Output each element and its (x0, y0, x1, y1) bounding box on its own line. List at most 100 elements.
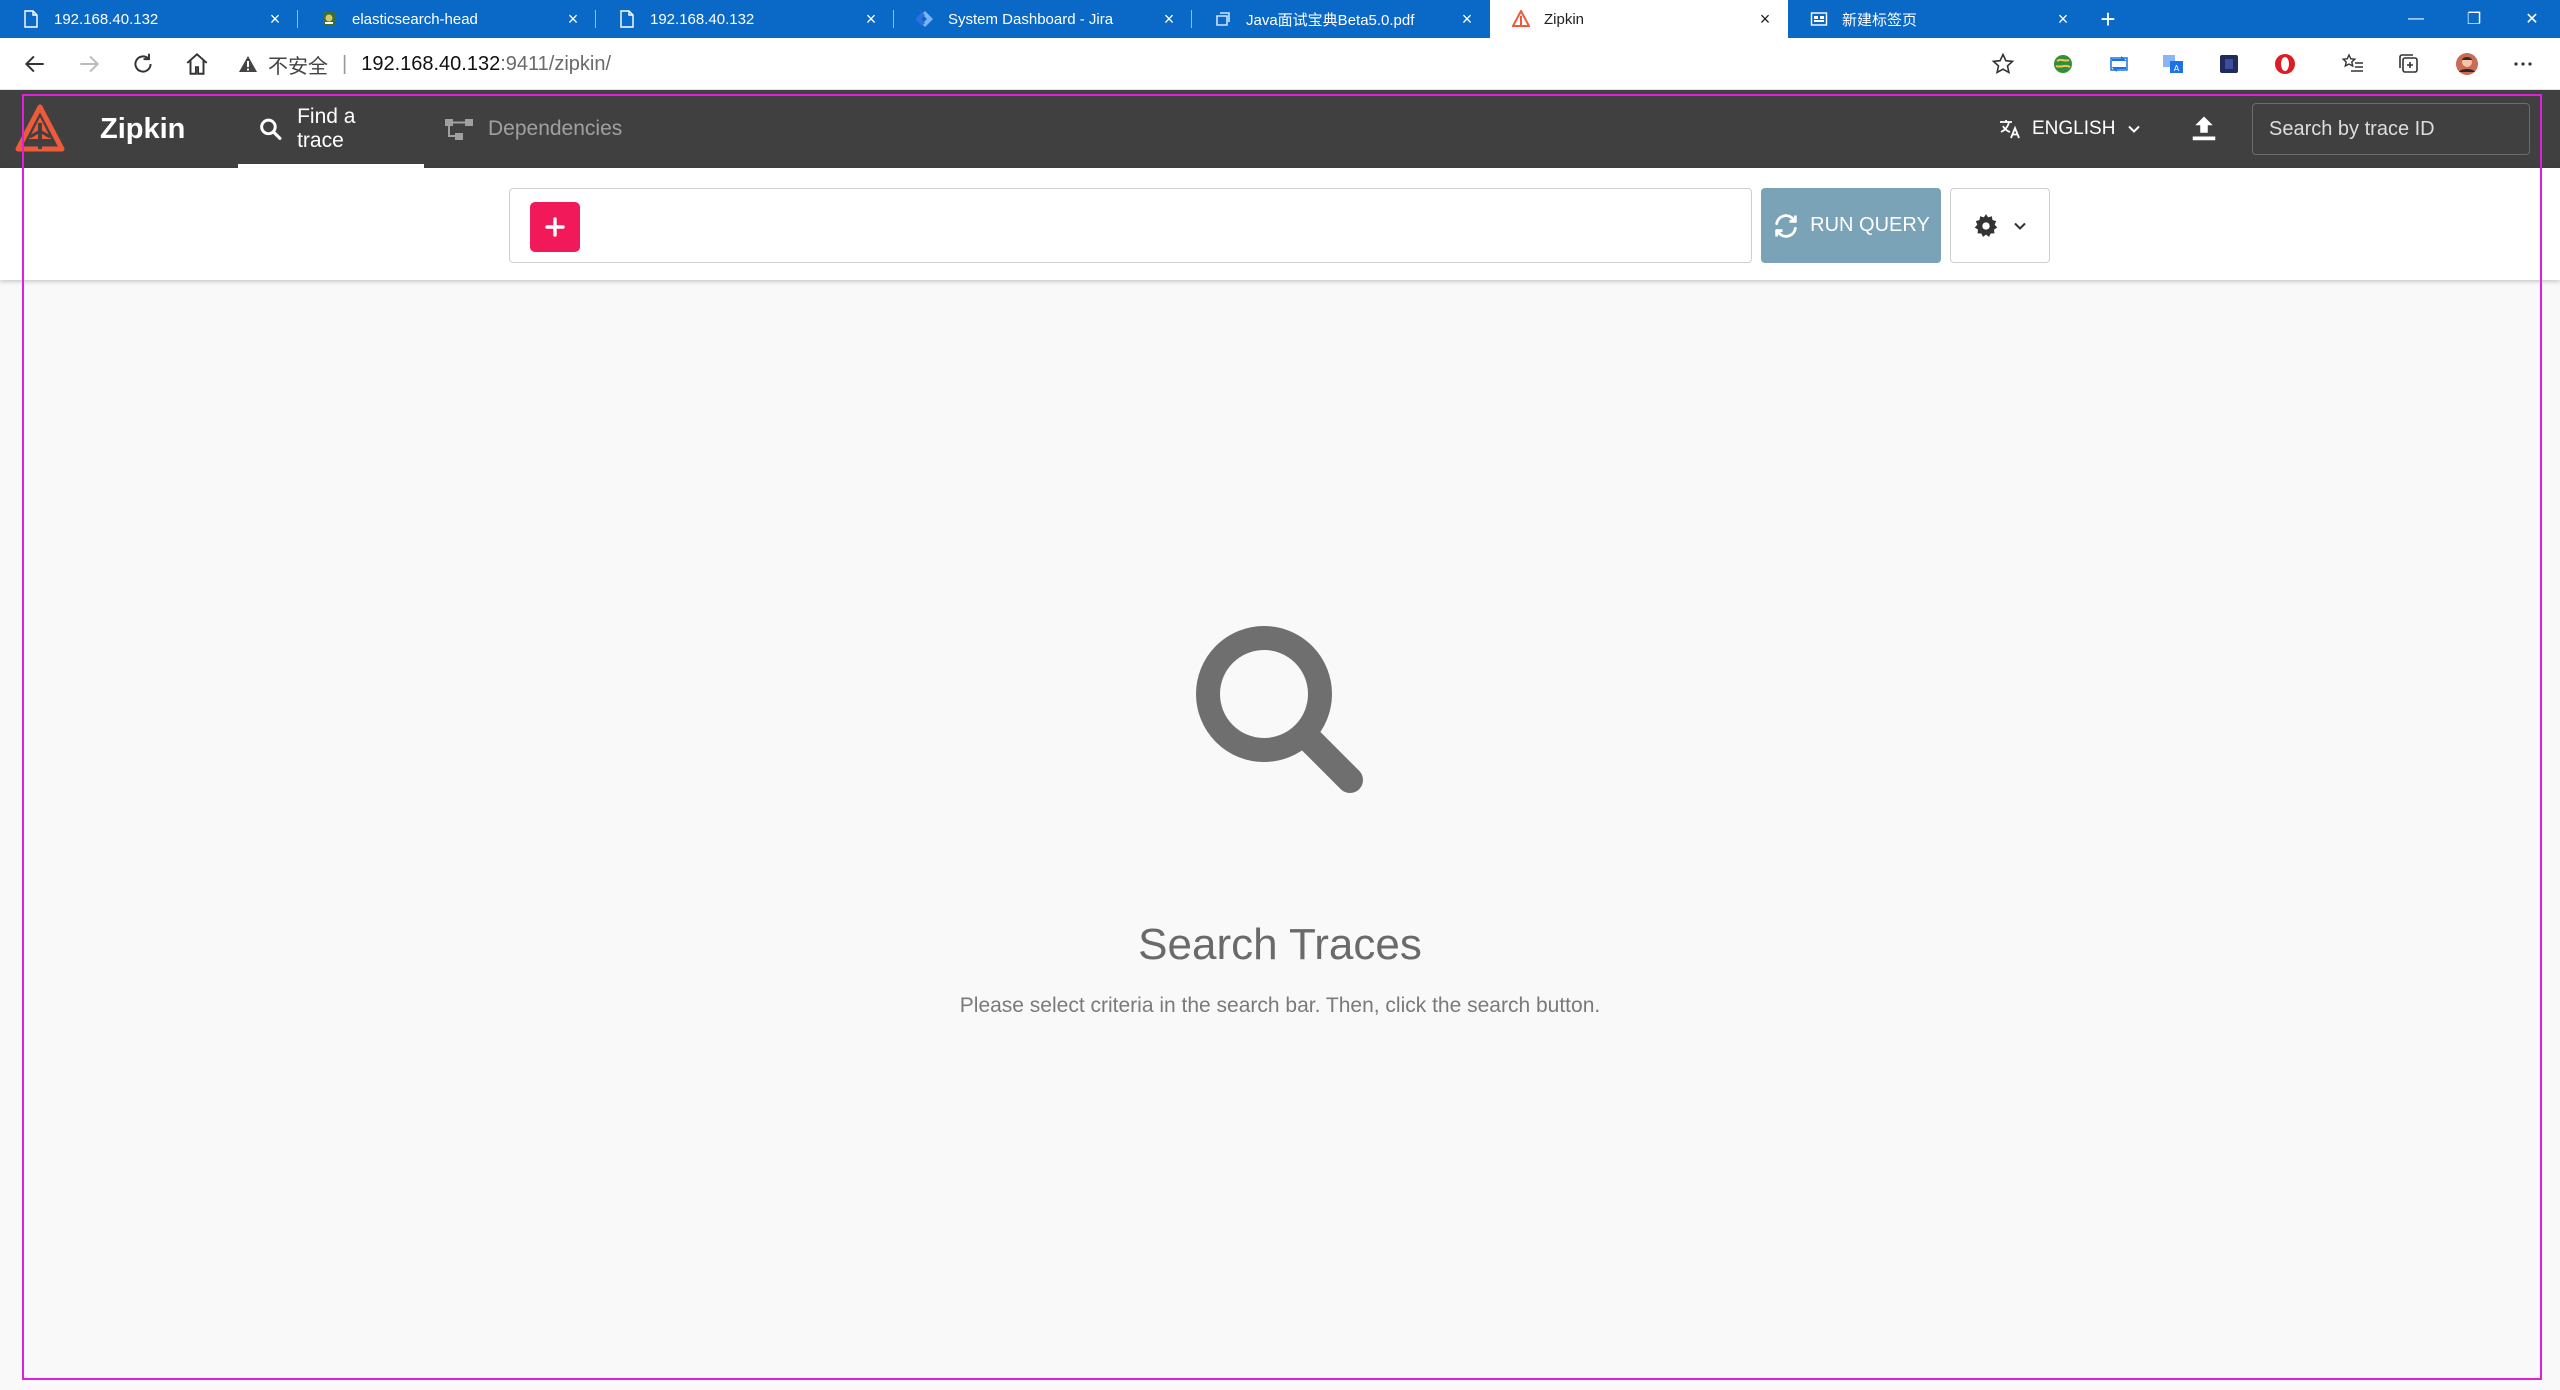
dependencies-icon (445, 119, 473, 140)
tab-title: 192.168.40.132 (650, 10, 755, 28)
translate-icon (2000, 120, 2020, 139)
tab-title: Java面试宝典Beta5.0.pdf (1246, 11, 1415, 29)
brand-name: Zipkin (100, 112, 186, 145)
back-button[interactable] (8, 38, 62, 90)
criteria-input-box[interactable] (509, 188, 1752, 263)
empty-state-subtitle: Please select criteria in the search bar… (959, 994, 1601, 1017)
favorites-list-icon (2341, 53, 2363, 72)
tab-close-icon[interactable]: × (2052, 8, 2074, 30)
browser-tab-strip: 192.168.40.132 × elasticsearch-head × 19… (0, 0, 2560, 38)
home-icon (186, 52, 208, 75)
browser-tab[interactable]: 新建标签页 × (1788, 0, 2086, 38)
search-traces-magnifier-icon (1196, 626, 1363, 793)
add-criteria-button[interactable] (530, 202, 580, 252)
tab-find-a-trace-label: Find a trace (297, 105, 356, 152)
tab-dependencies-label: Dependencies (488, 117, 623, 140)
settings-more-button[interactable] (2496, 38, 2550, 90)
brand[interactable]: Zipkin (14, 102, 185, 156)
tab-close-icon[interactable]: × (860, 8, 882, 30)
minimize-button[interactable]: — (2388, 0, 2444, 38)
address-separator: | (342, 52, 348, 75)
arrow-right-icon (80, 55, 100, 72)
url-host: 192.168.40.132 (361, 52, 501, 75)
extension-globe-button[interactable] (2036, 38, 2090, 90)
address-bar[interactable]: 不安全 | 192.168.40.132:9411/zipkin/ (238, 38, 611, 90)
reload-button[interactable] (116, 38, 170, 90)
document-icon (22, 10, 40, 28)
extension-translate-button[interactable]: A (2146, 38, 2200, 90)
elasticsearch-icon (320, 10, 338, 28)
document-icon (618, 10, 636, 28)
profile-avatar[interactable] (2440, 38, 2494, 90)
upload-icon (2192, 116, 2216, 141)
browser-tab[interactable]: elasticsearch-head × (298, 0, 596, 38)
browser-tab[interactable]: System Dashboard - Jira × (894, 0, 1192, 38)
tab-close-icon[interactable]: × (1754, 8, 1776, 30)
plus-icon (545, 217, 565, 237)
run-query-label: RUN QUERY (1810, 214, 1930, 236)
tab-close-icon[interactable]: × (1456, 8, 1478, 30)
tab-dependencies[interactable]: Dependencies (444, 90, 622, 168)
run-query-button[interactable]: RUN QUERY (1761, 188, 1941, 263)
star-icon (1991, 52, 2015, 75)
tab-close-icon[interactable]: × (264, 8, 286, 30)
search-criteria-bar: RUN QUERY (0, 168, 2560, 280)
collections-icon (2399, 54, 2418, 73)
tab-title: System Dashboard - Jira (948, 10, 1114, 28)
favorites-list-button[interactable] (2326, 38, 2380, 90)
browser-toolbar: 不安全 | 192.168.40.132:9411/zipkin/ A (0, 38, 2560, 90)
app-header: Zipkin Find a trace Dependencies ENGLISH (0, 90, 2560, 168)
favorite-star-button[interactable] (1976, 38, 2030, 90)
forward-button[interactable] (62, 38, 116, 90)
more-horizontal-icon (2514, 62, 2532, 66)
zipkin-logo-icon (15, 104, 65, 152)
tab-title: elasticsearch-head (352, 10, 478, 28)
browser-tab[interactable]: 192.168.40.132 × (0, 0, 298, 38)
browser-tab[interactable]: 192.168.40.132 × (596, 0, 894, 38)
tab-close-icon[interactable]: × (562, 8, 584, 30)
new-tab-button[interactable]: + (2086, 0, 2130, 38)
dark-extension-icon (2220, 55, 2238, 73)
extension-dark-button[interactable] (2202, 38, 2256, 90)
jira-icon (916, 10, 934, 28)
translate-extension-icon: A (2163, 55, 2183, 73)
query-settings-button[interactable] (1950, 188, 2050, 263)
tab-title: 新建标签页 (1842, 11, 1918, 29)
gear-icon (1974, 213, 1998, 237)
pdf-icon (1214, 10, 1232, 28)
tab-title: 192.168.40.132 (54, 10, 159, 28)
extension-sync-button[interactable] (2092, 38, 2146, 90)
restore-button[interactable]: ❐ (2446, 0, 2502, 38)
refresh-icon (1775, 213, 1797, 238)
collections-button[interactable] (2382, 38, 2436, 90)
close-window-button[interactable]: ✕ (2504, 0, 2560, 38)
search-icon (260, 118, 282, 140)
reload-icon (134, 53, 152, 72)
security-label[interactable]: 不安全 (268, 50, 328, 79)
svg-text:A: A (2174, 64, 2180, 73)
trace-id-search-input[interactable] (2252, 103, 2530, 155)
language-label: ENGLISH (2032, 118, 2116, 139)
home-button[interactable] (170, 38, 224, 90)
chevron-down-icon (2128, 125, 2141, 133)
avatar-icon (2456, 53, 2478, 75)
language-selector[interactable]: ENGLISH (1998, 90, 2141, 168)
chevron-down-icon (2014, 222, 2026, 230)
warning-icon (238, 55, 258, 73)
zipkin-icon (1512, 10, 1530, 28)
tab-find-a-trace[interactable]: Find a trace (238, 90, 424, 168)
newtab-page-icon (1810, 10, 1828, 28)
browser-tab-active[interactable]: Zipkin × (1490, 0, 1788, 38)
arrow-left-icon (24, 55, 44, 72)
url-path: :9411/zipkin/ (500, 52, 612, 75)
tab-title: Zipkin (1544, 10, 1585, 28)
globe-extension-icon (2054, 55, 2072, 73)
zipkin-app: Zipkin Find a trace Dependencies ENGLISH (0, 90, 2560, 1390)
upload-json-button[interactable] (2186, 110, 2222, 148)
empty-state-title: Search Traces (1138, 920, 1422, 969)
tab-close-icon[interactable]: × (1158, 8, 1180, 30)
sync-extension-icon (2110, 56, 2128, 72)
extension-opera-button[interactable] (2258, 38, 2312, 90)
browser-tab[interactable]: Java面试宝典Beta5.0.pdf × (1192, 0, 1490, 38)
opera-icon (2275, 54, 2295, 74)
